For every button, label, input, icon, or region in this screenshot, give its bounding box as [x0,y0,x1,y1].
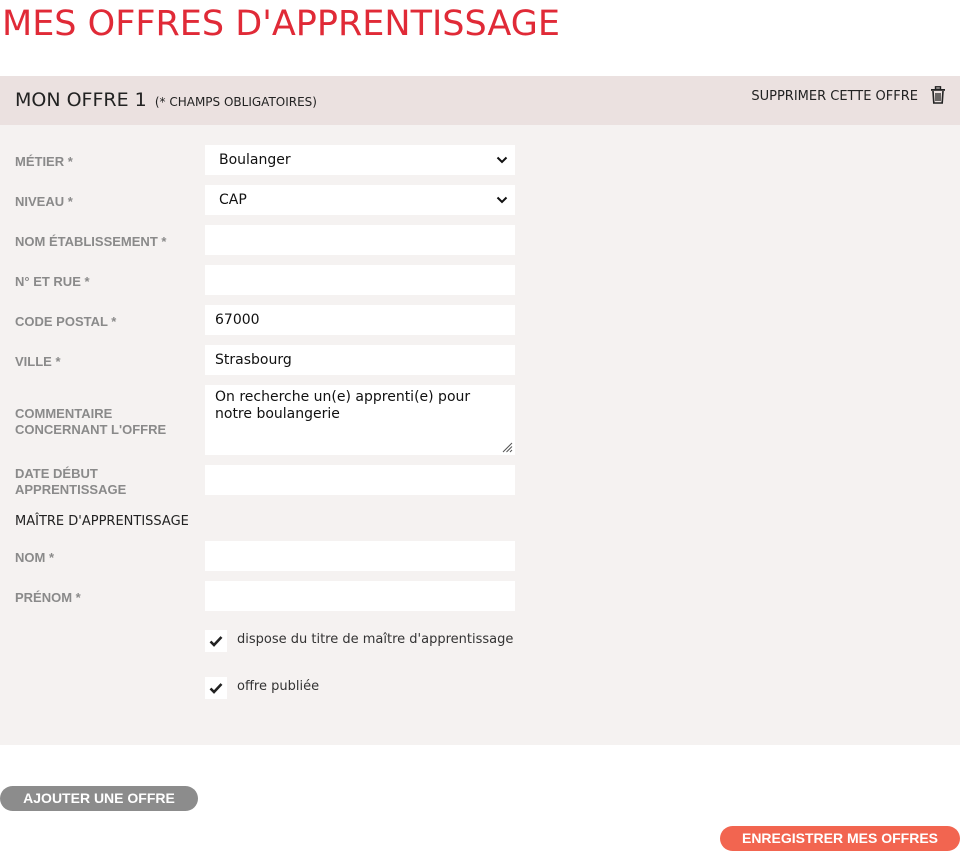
metier-select[interactable]: Boulanger [205,145,515,175]
offre-publiee-label: offre publiée [237,679,320,694]
commentaire-value: On recherche un(e) apprenti(e) pour notr… [215,389,471,422]
maitre-section-label: MAÎTRE D'APPRENTISSAGE [15,514,189,529]
checkmark-icon [209,636,223,647]
commentaire-label: COMMENTAIRE CONCERNANT L'OFFRE [15,406,167,437]
code-postal-label: CODE POSTAL * [15,314,117,329]
nom-etablissement-input[interactable] [205,225,515,255]
chevron-down-icon [496,156,508,164]
offer-header: MON OFFRE 1 (* CHAMPS OBLIGATOIRES) SUPP… [0,76,960,125]
date-debut-label: DATE DÉBUT APPRENTISSAGE [15,466,127,497]
chevron-down-icon [496,196,508,204]
offer-title-text: MON OFFRE 1 [15,89,147,111]
save-offers-button[interactable]: ENREGISTRER MES OFFRES [720,826,960,851]
trash-icon[interactable] [930,86,946,104]
rue-input[interactable] [205,265,515,295]
niveau-label: NIVEAU * [15,194,73,209]
add-offer-button[interactable]: AJOUTER UNE OFFRE [0,786,198,811]
delete-offer-link[interactable]: SUPPRIMER CETTE OFFRE [751,89,918,104]
metier-value: Boulanger [219,152,291,168]
metier-label: MÉTIER * [15,154,73,169]
titre-maitre-checkbox[interactable] [205,630,227,652]
offer-title: MON OFFRE 1 (* CHAMPS OBLIGATOIRES) [15,89,317,111]
date-debut-input[interactable] [205,465,515,495]
maitre-prenom-input[interactable] [205,581,515,611]
required-note: (* CHAMPS OBLIGATOIRES) [154,95,317,109]
page-title: MES OFFRES D'APPRENTISSAGE [2,4,560,44]
rue-label: N° ET RUE * [15,274,90,289]
commentaire-textarea[interactable]: On recherche un(e) apprenti(e) pour notr… [205,385,515,455]
resize-handle-icon[interactable] [502,442,513,453]
maitre-nom-input[interactable] [205,541,515,571]
offer-panel: MON OFFRE 1 (* CHAMPS OBLIGATOIRES) SUPP… [0,76,960,745]
offre-publiee-checkbox[interactable] [205,677,227,699]
titre-maitre-label: dispose du titre de maître d'apprentissa… [237,632,514,647]
ville-label: VILLE * [15,354,61,369]
ville-input[interactable]: Strasbourg [205,345,515,375]
checkmark-icon [209,683,223,694]
niveau-select[interactable]: CAP [205,185,515,215]
niveau-value: CAP [219,192,247,208]
maitre-prenom-label: PRÉNOM * [15,590,81,605]
maitre-nom-label: NOM * [15,550,54,565]
code-postal-input[interactable]: 67000 [205,305,515,335]
nom-etablissement-label: NOM ÉTABLISSEMENT * [15,234,167,249]
